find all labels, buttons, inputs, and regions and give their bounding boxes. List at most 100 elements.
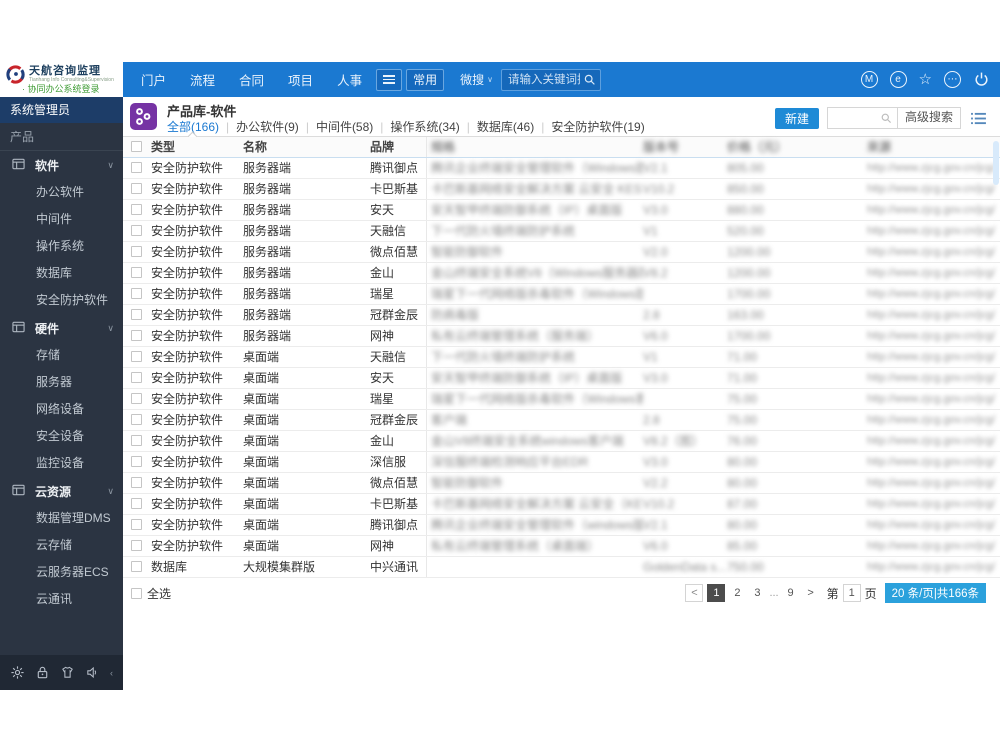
tab-2[interactable]: 中间件(58)	[316, 118, 373, 135]
row-checkbox[interactable]	[131, 162, 142, 173]
table-row[interactable]: 安全防护软件 桌面端 微点佰慧 智能防御软件 V2.2 80.00 http://www.z…	[123, 473, 1000, 494]
table-row[interactable]: 安全防护软件 服务器端 卡巴斯基 卡巴斯基网络安全解决方案 云安全 KES... V10…	[123, 179, 1000, 200]
sidebar-item-2-1[interactable]: 云存储	[0, 532, 123, 559]
collapse-arrow-icon[interactable]: ‹	[110, 668, 113, 678]
favorites-menu-button[interactable]: 常用	[406, 68, 445, 91]
row-checkbox[interactable]	[131, 519, 142, 530]
row-checkbox[interactable]	[131, 393, 142, 404]
tab-4[interactable]: 数据库(46)	[477, 118, 534, 135]
row-checkbox[interactable]	[131, 309, 142, 320]
sidebar-group-label: 软件	[35, 158, 60, 173]
apps-menu-button[interactable]	[376, 68, 403, 91]
nav-item-0[interactable]: 门户	[141, 70, 166, 89]
sidebar-item-2-2[interactable]: 云服务器ECS	[0, 559, 123, 586]
page-button-2[interactable]: 2	[729, 584, 745, 602]
table-row[interactable]: 安全防护软件 桌面端 卡巴斯基卡巴斯基网络安全解决方案 云安全（KES）· KES.…	[123, 494, 1000, 515]
theme-shirt-icon[interactable]	[60, 665, 75, 680]
header-checkbox[interactable]	[131, 141, 142, 152]
row-checkbox[interactable]	[131, 267, 142, 278]
sidebar-item-0-1[interactable]: 中间件	[0, 206, 123, 233]
sidebar-group-0[interactable]: 软件 ∨	[0, 151, 123, 179]
table-row[interactable]: 安全防护软件 桌面端 冠群金辰 客户端 2.8 75.00 http://www.zjcg.…	[123, 410, 1000, 431]
table-row[interactable]: 安全防护软件 服务器端 微点佰慧 智能防御软件 V2.0 1200.00 http://ww…	[123, 242, 1000, 263]
table-row[interactable]: 安全防护软件 桌面端 安天 安天智甲终端防御系统（IP）桌面版 V3.0 71.00 htt…	[123, 368, 1000, 389]
page-jump-input[interactable]: 1	[842, 584, 861, 602]
nav-item-2[interactable]: 合同	[239, 70, 264, 89]
search-scope-dropdown[interactable]: 微搜 ∨	[460, 71, 493, 88]
table-row[interactable]: 安全防护软件 桌面端 瑞星瑞星下一代网络版杀毒软件（Windows客户端） 75.00…	[123, 389, 1000, 410]
row-checkbox[interactable]	[131, 246, 142, 257]
sidebar-item-2-3[interactable]: 云通讯	[0, 586, 123, 613]
sidebar-item-1-0[interactable]: 存储	[0, 342, 123, 369]
sidebar-item-0-4[interactable]: 安全防护软件	[0, 287, 123, 314]
table-row[interactable]: 安全防护软件 桌面端 金山 金山V8终端安全系统windows客户端 V8.2（图） 76…	[123, 431, 1000, 452]
tab-5[interactable]: 安全防护软件(19)	[551, 118, 644, 135]
nav-item-4[interactable]: 人事	[337, 70, 362, 89]
row-checkbox[interactable]	[131, 204, 142, 215]
row-checkbox[interactable]	[131, 540, 142, 551]
table-row[interactable]: 安全防护软件 服务器端 金山 金山终端安全系统V8（Windows服务器版） V8.2 1…	[123, 263, 1000, 284]
table-row[interactable]: 安全防护软件 服务器端 腾讯御点 腾讯企业终端安全管理软件（Windows版） V2.1…	[123, 158, 1000, 179]
lock-icon[interactable]	[35, 665, 50, 680]
new-button[interactable]: 新建	[774, 107, 819, 129]
scrollbar-thumb[interactable]	[993, 141, 999, 185]
select-all-checkbox[interactable]	[131, 587, 142, 599]
sidebar-section-product[interactable]: 产品	[0, 123, 123, 151]
table-row[interactable]: 安全防护软件 桌面端 网神 私有云终端管理系统（桌面端） V6.0 85.00 http:/…	[123, 536, 1000, 557]
sidebar-item-2-0[interactable]: 数据管理DMS	[0, 505, 123, 532]
row-checkbox[interactable]	[131, 414, 142, 425]
table-row[interactable]: 安全防护软件 服务器端 冠群金辰 防病毒版 2.8 163.00 http://www.zj…	[123, 305, 1000, 326]
sidebar-item-1-4[interactable]: 监控设备	[0, 450, 123, 477]
row-checkbox[interactable]	[131, 498, 142, 509]
next-page-button[interactable]: >	[803, 584, 819, 602]
table-search-input[interactable]	[827, 108, 880, 128]
tab-3[interactable]: 操作系统(34)	[390, 118, 459, 135]
row-checkbox[interactable]	[131, 288, 142, 299]
sidebar-group-1[interactable]: 硬件 ∨	[0, 314, 123, 342]
messages-m-icon[interactable]: M	[860, 71, 878, 88]
more-icon[interactable]: ⋯	[944, 71, 961, 88]
table-search-icon[interactable]	[880, 112, 893, 125]
tab-1[interactable]: 办公软件(9)	[236, 118, 299, 135]
page-button-3[interactable]: 3	[749, 584, 765, 602]
sidebar-item-0-3[interactable]: 数据库	[0, 260, 123, 287]
page-button-9[interactable]: 9	[783, 584, 799, 602]
table-row[interactable]: 安全防护软件 服务器端 网神 私有云终端管理系统（服务端） V6.0 1700.00 htt…	[123, 326, 1000, 347]
row-checkbox[interactable]	[131, 372, 142, 383]
table-row[interactable]: 安全防护软件 桌面端 深信服 深信服终端检测响应平台EDR V3.0 80.00 http:…	[123, 452, 1000, 473]
sidebar-item-0-0[interactable]: 办公软件	[0, 179, 123, 206]
table-row[interactable]: 安全防护软件 服务器端 天融信 下一代防火墙终端防护系统 V1 520.00 http://…	[123, 221, 1000, 242]
search-icon[interactable]	[583, 73, 597, 87]
nav-item-1[interactable]: 流程	[190, 70, 215, 89]
sidebar-item-1-1[interactable]: 服务器	[0, 369, 123, 396]
row-checkbox[interactable]	[131, 561, 142, 572]
list-view-toggle-icon[interactable]	[971, 112, 986, 125]
oa-login-link[interactable]: · 协同办公系统登录	[0, 84, 123, 95]
sidebar-group-2[interactable]: 云资源 ∨	[0, 477, 123, 505]
table-row[interactable]: 安全防护软件 桌面端 腾讯御点 腾讯企业终端安全管理软件（windows版）· V2.…	[123, 515, 1000, 536]
row-checkbox[interactable]	[131, 183, 142, 194]
nav-item-3[interactable]: 项目	[288, 70, 313, 89]
table-row[interactable]: 数据库 大规模集群版 中兴通讯 GoldenData s... 750.00 http:/…	[123, 557, 1000, 578]
row-checkbox[interactable]	[131, 330, 142, 341]
prev-page-button[interactable]: <	[685, 584, 704, 602]
enterprise-chat-icon[interactable]: e	[889, 71, 907, 88]
settings-gear-icon[interactable]	[10, 665, 25, 680]
page-size-badge[interactable]: 20 条/页|共166条	[884, 583, 986, 603]
page-button-1[interactable]: 1	[707, 584, 726, 602]
sidebar-item-0-2[interactable]: 操作系统	[0, 233, 123, 260]
row-checkbox[interactable]	[131, 477, 142, 488]
table-row[interactable]: 安全防护软件 桌面端 天融信 下一代防火墙终端防护系统 V1 71.00 http://ww…	[123, 347, 1000, 368]
speaker-icon[interactable]	[85, 665, 100, 680]
power-icon[interactable]	[973, 71, 990, 88]
row-checkbox[interactable]	[131, 225, 142, 236]
table-row[interactable]: 安全防护软件 服务器端 安天 安天智甲终端防御系统（IP）桌面版 V3.0 880.00 h…	[123, 200, 1000, 221]
row-checkbox[interactable]	[131, 351, 142, 362]
sidebar-item-1-2[interactable]: 网络设备	[0, 396, 123, 423]
row-checkbox[interactable]	[131, 435, 142, 446]
advanced-search-button[interactable]: 高级搜索	[896, 107, 960, 129]
row-checkbox[interactable]	[131, 456, 142, 467]
favorites-star-icon[interactable]: ☆	[919, 71, 932, 88]
sidebar-item-1-3[interactable]: 安全设备	[0, 423, 123, 450]
table-row[interactable]: 安全防护软件 服务器端 瑞星 瑞星下一代网络版杀毒软件（Windows版） 1700.0…	[123, 284, 1000, 305]
